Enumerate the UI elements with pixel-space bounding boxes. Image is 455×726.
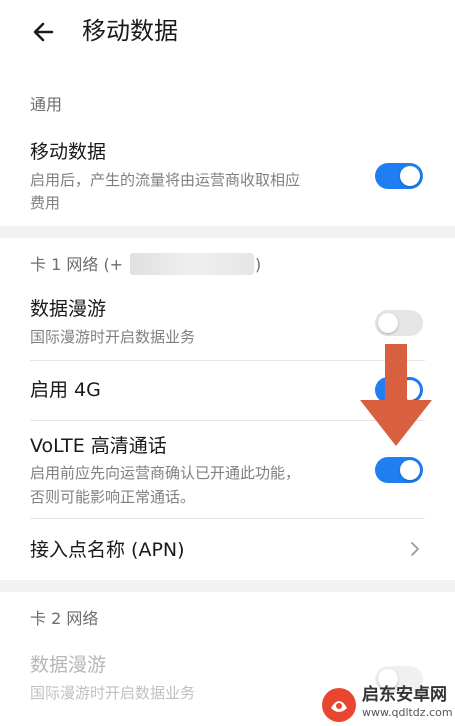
mobile-data-title: 移动数据 xyxy=(30,141,107,163)
roaming2-subtitle: 国际漫游时开启数据业务 xyxy=(30,684,196,702)
volte-title: VoLTE 高清通话 xyxy=(30,435,167,457)
page-title: 移动数据 xyxy=(82,17,178,45)
volte-toggle[interactable] xyxy=(375,457,423,483)
section-divider-band xyxy=(0,580,455,592)
watermark-url: www.qdltdz.com xyxy=(362,706,453,719)
chevron-right-icon xyxy=(411,542,419,556)
apn-title: 接入点名称 (APN) xyxy=(30,539,185,561)
watermark-logo-icon xyxy=(322,688,356,722)
app-header: 移动数据 xyxy=(0,0,455,64)
watermark: 启东安卓网 www.qdltdz.com xyxy=(318,684,455,726)
toggle-knob xyxy=(378,313,398,333)
roaming-title: 数据漫游 xyxy=(30,298,107,320)
enable-4g-title: 启用 4G xyxy=(30,379,101,401)
down-arrow-annotation-icon xyxy=(360,344,432,446)
section-label-card1-prefix: 卡 1 网络 (+ xyxy=(30,255,124,274)
toggle-knob xyxy=(400,166,420,186)
volte-subtitle-line1: 启用前应先向运营商确认已开通此功能， xyxy=(30,464,301,482)
mobile-data-subtitle-line2: 费用 xyxy=(30,194,61,212)
arrow-left-icon[interactable] xyxy=(28,14,64,50)
mobile-data-toggle[interactable] xyxy=(375,163,423,189)
redacted-phone-number xyxy=(130,253,254,275)
roaming2-title: 数据漫游 xyxy=(30,654,107,676)
volte-subtitle-line2: 否则可能影响正常通话。 xyxy=(30,488,196,506)
section-divider-band xyxy=(0,226,455,238)
section-label-card2: 卡 2 网络 xyxy=(30,609,99,628)
toggle-knob xyxy=(400,460,420,480)
mobile-data-subtitle-line1: 启用后，产生的流量将由运营商收取相应 xyxy=(30,171,301,189)
watermark-name: 启东安卓网 xyxy=(362,685,447,705)
section-label-general: 通用 xyxy=(30,95,63,114)
roaming-subtitle: 国际漫游时开启数据业务 xyxy=(30,328,196,346)
roaming-toggle[interactable] xyxy=(375,310,423,336)
section-label-card1-suffix: ) xyxy=(255,255,262,274)
